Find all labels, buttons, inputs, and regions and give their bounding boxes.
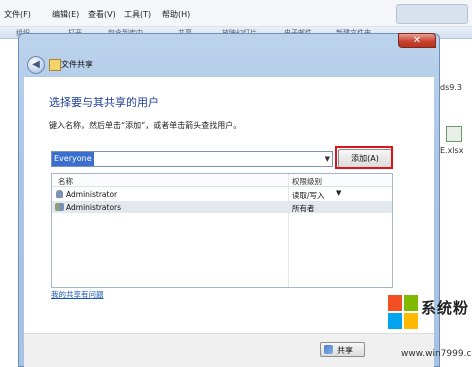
logo-tile xyxy=(388,295,402,311)
logo-tile xyxy=(388,313,402,329)
menu-edit[interactable]: 编辑(E) xyxy=(52,9,79,20)
user-name-combobox[interactable]: Everyone ▼ xyxy=(51,151,333,167)
instruction-text: 键入名称，然后单击“添加”，或者单击箭头查找用户。 xyxy=(49,121,242,130)
menu-tools[interactable]: 工具(T) xyxy=(124,9,151,20)
wizard-title: 文件共享 xyxy=(61,60,93,69)
dialog-footer xyxy=(24,333,434,367)
watermark-url: www.win7999.com xyxy=(401,349,472,359)
sharing-help-link[interactable]: 我的共享有问题 xyxy=(51,289,104,300)
list-header: 名称 权限级别 xyxy=(52,174,392,187)
chevron-down-icon[interactable]: ▼ xyxy=(336,189,341,197)
menu-view[interactable]: 查看(V) xyxy=(88,9,116,20)
column-permission-header[interactable]: 权限级别 xyxy=(292,176,322,187)
dialog-content: 选择要与其共享的用户 键入名称，然后单击“添加”，或者单击箭头查找用户。 Eve… xyxy=(24,76,434,367)
user-permission-list: 名称 权限级别 Administrator 读取/写入 ▼ Administra… xyxy=(51,173,393,288)
file-name[interactable]: ds9.3 xyxy=(440,83,462,92)
view-options-button[interactable] xyxy=(396,4,468,24)
column-name-header[interactable]: 名称 xyxy=(58,176,73,187)
user-name: Administrator xyxy=(66,190,118,199)
logo-tile xyxy=(404,295,418,311)
chevron-down-icon[interactable]: ▼ xyxy=(325,152,330,166)
logo-tile xyxy=(404,313,418,329)
group-icon xyxy=(55,203,64,211)
page-title: 选择要与其共享的用户 xyxy=(49,96,159,109)
shield-icon xyxy=(324,345,333,354)
menu-help[interactable]: 帮助(H) xyxy=(162,9,190,20)
highlight-box xyxy=(335,146,393,169)
table-row[interactable]: Administrators 所有者 xyxy=(52,201,392,213)
permission-level: 所有者 xyxy=(292,204,315,213)
table-row[interactable]: Administrator 读取/写入 ▼ xyxy=(52,188,392,200)
menu-bar: 文件(F) 编辑(E) 查看(V) 工具(T) 帮助(H) xyxy=(0,0,472,27)
wizard-nav: ◀ 文件共享 xyxy=(24,52,434,76)
user-icon xyxy=(56,190,63,198)
user-name: Administrators xyxy=(66,203,122,212)
windows-logo-icon xyxy=(388,295,418,329)
user-name-input[interactable]: Everyone xyxy=(52,152,94,166)
file-name[interactable]: E.xlsx xyxy=(440,146,463,155)
menu-file[interactable]: 文件(F) xyxy=(4,9,31,20)
watermark-brand: 系统粉 xyxy=(421,299,470,317)
excel-file-icon xyxy=(446,126,462,142)
back-arrow-icon[interactable]: ◀ xyxy=(27,56,45,74)
close-button[interactable]: ✕ xyxy=(398,33,436,48)
permission-level[interactable]: 读取/写入 xyxy=(292,190,325,201)
file-sharing-icon xyxy=(49,59,61,71)
